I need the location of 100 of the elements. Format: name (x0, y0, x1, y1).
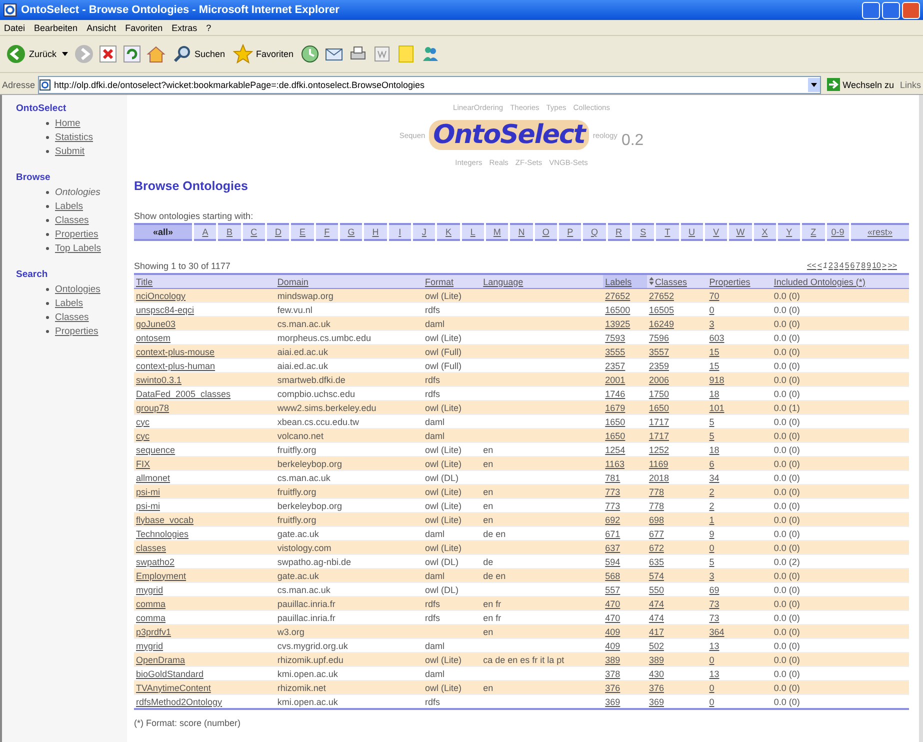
column-header[interactable]: Labels (603, 274, 647, 288)
go-button[interactable]: Wechseln zu (824, 78, 897, 91)
title-link[interactable]: mygrid (136, 640, 164, 650)
letter-tab[interactable]: C (242, 223, 266, 241)
title-link[interactable]: psi-mi (136, 486, 160, 496)
page-link[interactable]: >> (888, 261, 897, 271)
properties-count-link[interactable]: 1 (709, 514, 714, 524)
classes-count-link[interactable]: 376 (648, 682, 664, 692)
labels-count-link[interactable]: 2357 (605, 360, 626, 370)
search-button[interactable]: Suchen (170, 44, 228, 64)
letter-tab[interactable]: N (510, 223, 533, 241)
title-link[interactable]: bioGoldStandard (136, 668, 204, 678)
page-link[interactable]: < (817, 261, 822, 271)
sidebar-link[interactable]: Labels (55, 298, 83, 308)
title-link[interactable]: group78 (136, 402, 170, 412)
sidebar-link[interactable]: Classes (55, 312, 89, 322)
properties-count-link[interactable]: 0 (709, 304, 714, 314)
letter-tab[interactable]: «all» (134, 223, 192, 241)
sidebar-link[interactable]: Ontologies (55, 186, 100, 198)
classes-count-link[interactable]: 550 (648, 584, 664, 594)
classes-count-link[interactable]: 2359 (648, 360, 669, 370)
title-link[interactable]: cyc (136, 430, 150, 440)
title-link[interactable]: FIX (136, 458, 150, 468)
letter-tab[interactable]: I (388, 223, 412, 241)
labels-count-link[interactable]: 16500 (605, 304, 630, 314)
classes-count-link[interactable]: 698 (648, 514, 664, 524)
letter-tab[interactable]: E (291, 223, 314, 241)
properties-count-link[interactable]: 918 (709, 374, 724, 384)
properties-count-link[interactable]: 6 (709, 458, 714, 468)
column-header[interactable]: Title (134, 274, 276, 288)
address-field[interactable]: http://olp.dfki.de/ontoselect?wicket:bookmarkablePage=:de.dfki.ontoselect.BrowseOntologies (38, 76, 821, 94)
classes-count-link[interactable]: 369 (648, 696, 664, 706)
classes-count-link[interactable]: 16505 (648, 304, 674, 314)
page-link[interactable]: 8 (861, 261, 866, 271)
labels-count-link[interactable]: 557 (605, 584, 620, 594)
properties-count-link[interactable]: 0 (709, 696, 714, 706)
refresh-icon[interactable] (122, 44, 142, 64)
menu-item[interactable]: Extras (172, 22, 198, 32)
letter-tab[interactable]: 0-9 (826, 223, 849, 241)
letter-tab[interactable]: Z (802, 223, 825, 241)
page-link[interactable]: 2 (828, 261, 833, 271)
letter-tab[interactable]: T (656, 223, 679, 241)
dropdown-icon[interactable] (808, 78, 820, 92)
document-icon[interactable] (372, 44, 392, 64)
labels-count-link[interactable]: 409 (605, 640, 620, 650)
sidebar-link[interactable]: Statistics (55, 132, 94, 142)
sidebar-link[interactable]: Submit (55, 146, 85, 156)
sidebar-link[interactable]: Top Labels (55, 242, 101, 254)
column-header[interactable]: Classes (646, 274, 708, 288)
menu-item[interactable]: Ansicht (86, 22, 116, 32)
properties-count-link[interactable]: 13 (709, 640, 720, 650)
menu-item[interactable]: Datei (4, 22, 26, 32)
title-link[interactable]: cyc (136, 416, 150, 426)
title-link[interactable]: p3prdfv1 (136, 626, 172, 636)
properties-count-link[interactable]: 5 (709, 556, 714, 566)
properties-count-link[interactable]: 73 (709, 612, 720, 622)
classes-count-link[interactable]: 7596 (648, 332, 669, 342)
letter-tab[interactable]: B (218, 223, 241, 241)
menu-item[interactable]: Bearbeiten (34, 22, 78, 32)
classes-count-link[interactable]: 1717 (648, 416, 669, 426)
title-link[interactable]: DataFed_2005_classes (136, 388, 231, 398)
letter-tab[interactable]: O (534, 223, 557, 241)
classes-count-link[interactable]: 2018 (648, 472, 669, 482)
column-header[interactable]: Included Ontologies (*) (772, 274, 909, 288)
title-link[interactable]: swpatho2 (136, 556, 175, 566)
labels-count-link[interactable]: 369 (605, 696, 620, 706)
column-header[interactable]: Format (423, 274, 482, 288)
properties-count-link[interactable]: 101 (709, 402, 724, 412)
restore-button[interactable] (882, 2, 900, 18)
classes-count-link[interactable]: 635 (648, 556, 664, 566)
properties-count-link[interactable]: 9 (709, 528, 714, 538)
letter-tab[interactable]: L (462, 223, 484, 241)
favorites-button[interactable]: Favoriten (231, 44, 296, 64)
labels-count-link[interactable]: 470 (605, 612, 620, 622)
classes-count-link[interactable]: 389 (648, 654, 664, 664)
history-icon[interactable] (300, 44, 320, 64)
properties-count-link[interactable]: 69 (709, 584, 720, 594)
sidebar-link[interactable]: Classes (55, 214, 89, 226)
title-link[interactable]: context-plus-human (136, 360, 216, 370)
page-link[interactable]: 1 (823, 261, 828, 271)
classes-count-link[interactable]: 672 (648, 542, 664, 552)
menu-item[interactable]: ? (206, 22, 212, 32)
links-button[interactable]: Links (900, 80, 921, 90)
properties-count-link[interactable]: 15 (709, 360, 720, 370)
minimize-button[interactable] (862, 2, 880, 18)
letter-tab[interactable]: F (316, 223, 338, 241)
classes-count-link[interactable]: 417 (648, 626, 664, 636)
properties-count-link[interactable]: 0 (709, 542, 714, 552)
properties-count-link[interactable]: 34 (709, 472, 720, 482)
properties-count-link[interactable]: 3 (709, 318, 714, 328)
page-link[interactable]: > (882, 261, 887, 271)
back-button[interactable]: Zurück (4, 44, 70, 64)
labels-count-link[interactable]: 7593 (605, 332, 626, 342)
labels-count-link[interactable]: 594 (605, 556, 620, 566)
letter-tab[interactable]: P (558, 223, 582, 241)
title-link[interactable]: mygrid (136, 584, 164, 594)
letter-tab[interactable]: Y (778, 223, 800, 241)
properties-count-link[interactable]: 18 (709, 388, 720, 398)
properties-count-link[interactable]: 15 (709, 346, 720, 356)
page-link[interactable]: 5 (844, 261, 850, 271)
